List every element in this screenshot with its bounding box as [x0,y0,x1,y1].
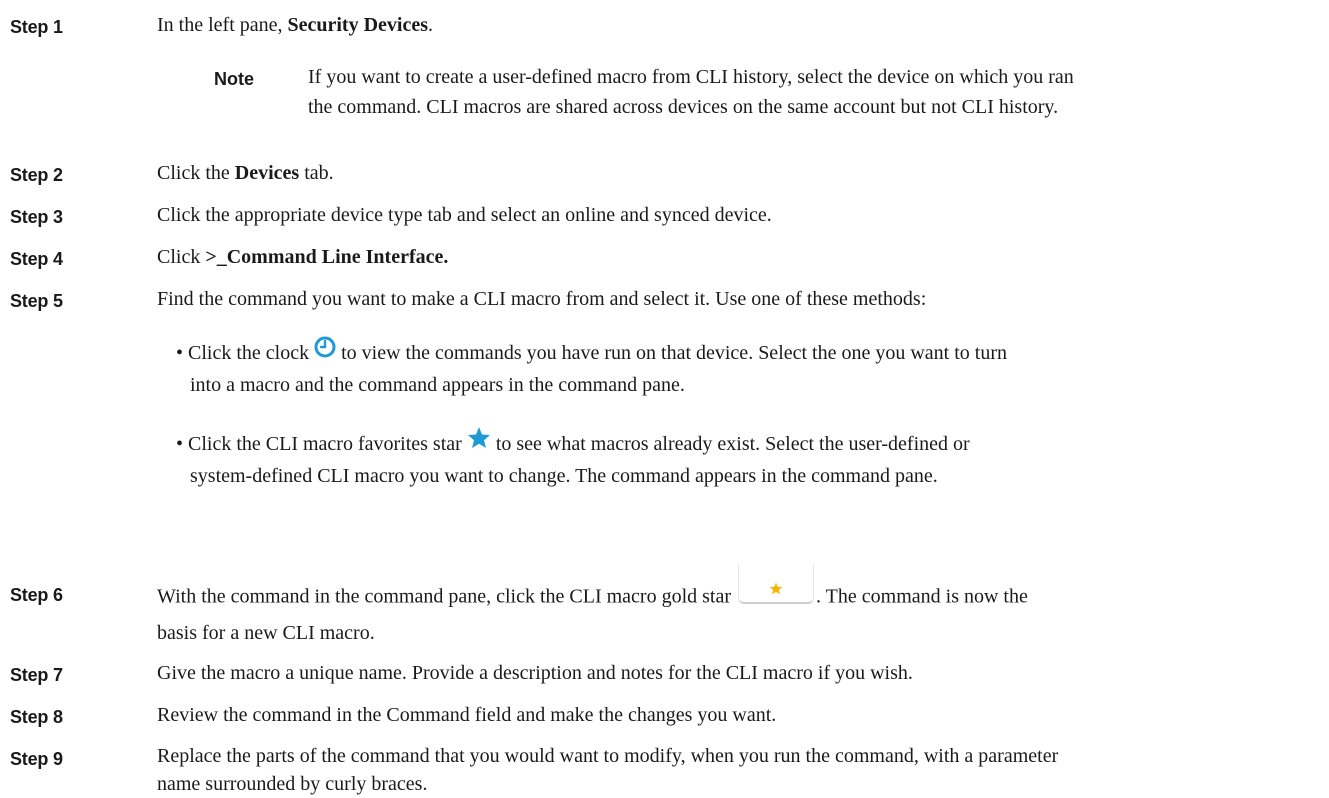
step-2-label: Step 2 [10,165,63,185]
step-9-line-2: name surrounded by curly braces. [157,773,428,795]
step-3-text: Click the appropriate device type tab an… [157,204,772,226]
step-2-text-after: tab. [299,162,334,184]
step-1-text: In the left pane, Security Devices. [157,10,1322,40]
step-6-line-1: With the command in the command pane, cl… [157,564,1322,618]
step-9-line-1: Replace the parts of the command that yo… [157,745,1059,767]
step-6-text-before: With the command in the command pane, cl… [157,585,732,608]
bullet-2-text-before: • Click the CLI macro favorites star [176,433,462,455]
bullet-item-clock: • Click the clock to view the commands y… [176,336,1316,400]
step-1-label: Step 1 [10,17,63,37]
step-6-line-2: basis for a new CLI macro. [157,622,375,644]
step-2-bold: Devices [234,162,300,184]
step-3-label: Step 3 [10,207,63,227]
step-7-text: Give the macro a unique name. Provide a … [157,662,913,684]
bullet-1-line-1: • Click the clock to view the commands y… [176,336,1316,370]
bullet-1-text-before: • Click the clock [176,342,310,364]
bullet-2-text-after: to see what macros already exist. Select… [495,433,970,455]
step-9-label: Step 9 [10,749,63,769]
step-6-text: With the command in the command pane, cl… [157,564,1322,648]
note-text: If you want to create a user-defined mac… [308,62,1323,122]
step-6-text-after: . The command is now the [816,585,1028,608]
bullet-1-text-after: to view the commands you have run on tha… [341,342,1008,364]
note-line-2: the command. CLI macros are shared acros… [308,96,1059,118]
step-2-text: Click the Devices tab. [157,158,1322,188]
step-5-label: Step 5 [10,291,63,311]
step-4-text: Click >_Command Line Interface. [157,242,1322,272]
step-2-text-before: Click the [157,162,235,184]
bullet-2-line-2: system-defined CLI macro you want to cha… [190,465,938,488]
step-6-label: Step 6 [10,585,63,605]
note-label: Note [214,69,254,89]
step-9-text: Replace the parts of the command that yo… [157,742,1322,798]
star-icon [467,426,491,458]
step-1-text-before: In the left pane, [157,14,288,36]
step-5-text: Find the command you want to make a CLI … [157,288,927,310]
step-4-bold: >_Command Line Interface. [205,246,449,268]
step-4-label: Step 4 [10,249,63,269]
clock-icon [314,336,336,367]
step-4-text-before: Click [157,246,206,268]
step-1-bold: Security Devices [287,14,429,36]
step-7-label: Step 7 [10,665,63,685]
step-1-text-after: . [428,14,434,36]
note-line-1: If you want to create a user-defined mac… [308,66,1074,88]
gold-star-icon [738,564,815,604]
bullet-2-line-1: • Click the CLI macro favorites star to … [176,426,1316,461]
step-8-text: Review the command in the Command field … [157,704,777,726]
step-8-label: Step 8 [10,707,63,727]
bullet-item-star: • Click the CLI macro favorites star to … [176,426,1316,491]
bullet-1-line-2: into a macro and the command appears in … [190,373,685,396]
